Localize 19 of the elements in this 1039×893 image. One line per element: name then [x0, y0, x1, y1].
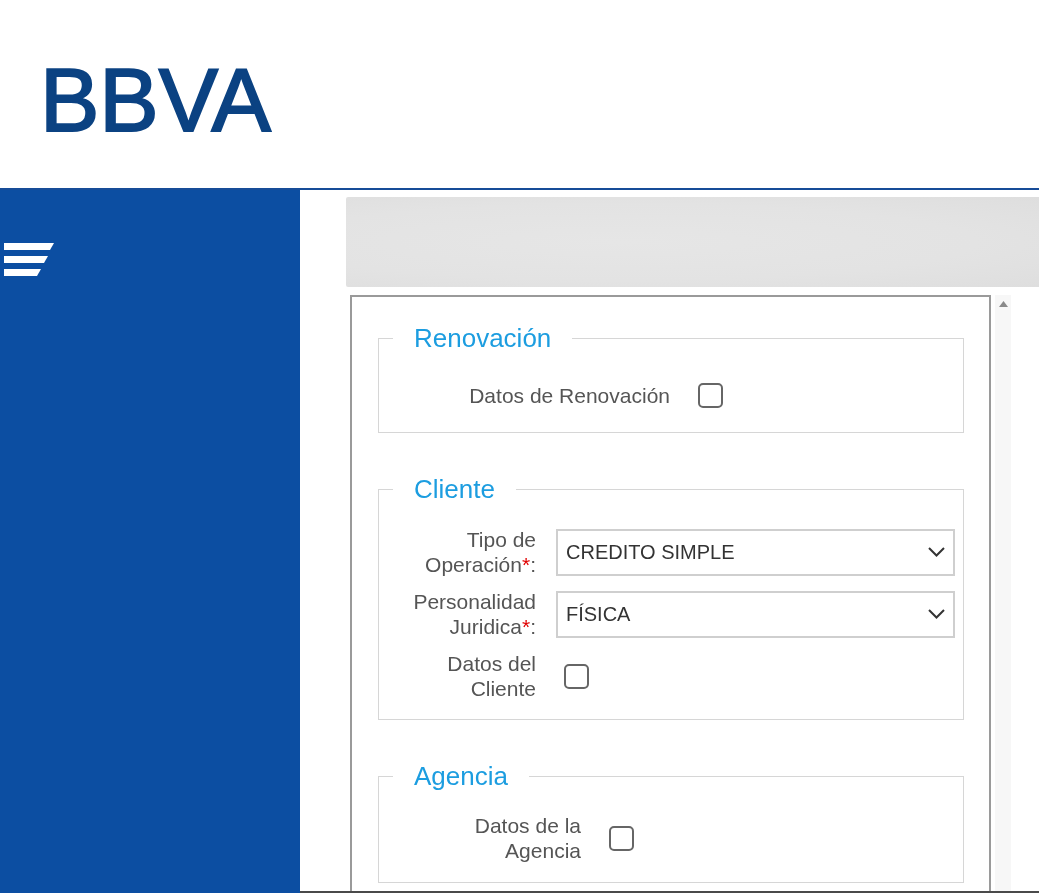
field-label: Datos de Renovación [468, 383, 670, 408]
field-label: Datos de la Agencia [473, 813, 581, 863]
checkbox[interactable] [564, 663, 589, 689]
select-field[interactable]: FÍSICA [556, 590, 955, 638]
chevron-down-icon [928, 609, 945, 619]
bbva-logo: BBVA [40, 56, 271, 145]
scroll-up-arrow-icon[interactable] [998, 301, 1008, 307]
checkbox[interactable] [609, 825, 634, 851]
scrollbar[interactable] [995, 295, 1011, 891]
section-title: Renovación [413, 325, 553, 351]
select-field[interactable]: CREDITO SIMPLE [556, 528, 955, 576]
field-label: Tipo de Operación*: [424, 527, 536, 577]
section-title: Agencia [413, 763, 509, 789]
field-label: Datos del Cliente [446, 651, 536, 701]
chevron-down-icon [928, 547, 945, 557]
field-label: Personalidad Juridica*: [412, 589, 536, 639]
menu-icon[interactable] [4, 243, 54, 276]
checkbox[interactable] [698, 383, 723, 408]
section-title: Cliente [413, 476, 496, 502]
